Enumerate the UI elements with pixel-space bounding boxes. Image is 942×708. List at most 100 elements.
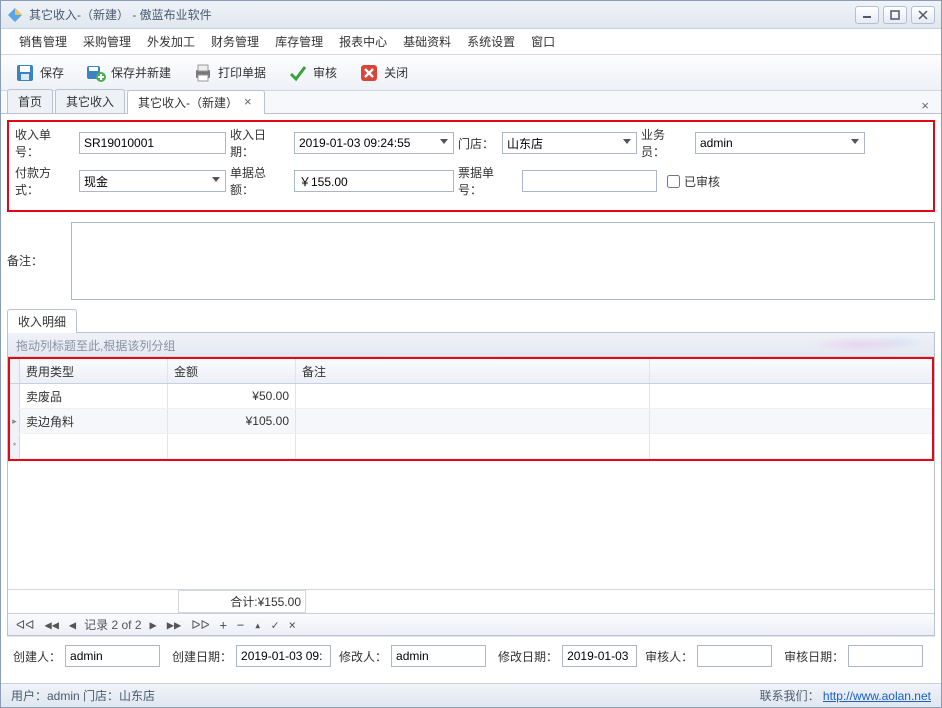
save-button[interactable]: 保存 [11, 60, 68, 86]
row-marker [10, 359, 20, 383]
col-remark[interactable]: 备注 [296, 359, 650, 383]
label-pay-method: 付款方式： [15, 164, 75, 198]
modify-date-input[interactable] [562, 645, 637, 667]
create-date-input[interactable] [236, 645, 331, 667]
grid-header-row: 费用类型 金额 备注 [10, 357, 932, 384]
label-auditor: 审核人： [645, 648, 693, 665]
menu-window[interactable]: 窗口 [525, 30, 561, 53]
grid-empty-area [8, 461, 934, 589]
label-bill-no: 票据单号： [458, 164, 518, 198]
nav-edit[interactable]: ▴ [252, 618, 263, 632]
tab-other-income[interactable]: 其它收入 [55, 89, 125, 113]
tab-home[interactable]: 首页 [7, 89, 53, 113]
bill-no-input[interactable] [522, 170, 657, 192]
tab-income-detail[interactable]: 收入明细 [7, 309, 77, 333]
grid-highlight: 费用类型 金额 备注 卖废品 ¥50.00 ▸ 卖边角料 ¥105.00 [8, 357, 934, 461]
menubar: 销售管理 采购管理 外发加工 财务管理 库存管理 报表中心 基础资料 系统设置 … [1, 29, 941, 55]
pay-method-select[interactable] [79, 170, 226, 192]
label-audit-date: 审核日期： [784, 648, 844, 665]
label-total: 单据总额： [230, 164, 290, 198]
print-icon [193, 63, 213, 83]
remark-textarea[interactable] [71, 222, 935, 300]
nav-next[interactable]: ▶ [148, 618, 159, 632]
menu-finance[interactable]: 财务管理 [205, 30, 265, 53]
menu-inventory[interactable]: 库存管理 [269, 30, 329, 53]
close-window-button[interactable] [911, 6, 935, 24]
col-amount[interactable]: 金额 [168, 359, 296, 383]
col-type[interactable]: 费用类型 [20, 359, 168, 383]
nav-remove[interactable]: − [235, 618, 246, 632]
sub-tabs: 收入明细 [7, 308, 935, 333]
creator-input[interactable] [65, 645, 160, 667]
document-tabs: 首页 其它收入 其它收入-（新建） × × [1, 91, 941, 114]
close-icon [359, 63, 379, 83]
detail-grid: 拖动列标题至此,根据该列分组 费用类型 金额 备注 卖废品 ¥50.00 ▸ 卖… [7, 333, 935, 636]
save-icon [15, 63, 35, 83]
main-content: 收入单号： 收入日期： 门店： 业务员： 付款方式： 单据总额： 票据单号： 已… [1, 114, 941, 683]
audit-date-input[interactable] [848, 645, 923, 667]
table-row[interactable]: 卖废品 ¥50.00 [10, 384, 932, 409]
menu-basedata[interactable]: 基础资料 [397, 30, 457, 53]
nav-record-label: 记录 2 of 2 [84, 616, 141, 633]
nav-next-page[interactable]: ▶▶ [165, 618, 183, 632]
group-by-hint[interactable]: 拖动列标题至此,根据该列分组 [8, 333, 934, 357]
menu-outsource[interactable]: 外发加工 [141, 30, 201, 53]
check-icon [288, 63, 308, 83]
app-window: 其它收入-（新建） - 傲蓝布业软件 销售管理 采购管理 外发加工 财务管理 库… [0, 0, 942, 708]
menu-sales[interactable]: 销售管理 [13, 30, 73, 53]
label-audited: 已审核 [684, 173, 720, 190]
label-receipt-date: 收入日期： [230, 126, 290, 160]
status-contact-label: 联系我们： [760, 689, 820, 703]
totals-bar: 合计:¥155.00 [8, 589, 934, 613]
table-row-new[interactable]: * [10, 434, 932, 459]
nav-cancel[interactable]: × [287, 618, 298, 632]
tab-close-icon[interactable]: × [244, 98, 254, 108]
app-icon [7, 7, 23, 23]
nav-first[interactable]: ᐊᐊ [14, 618, 36, 632]
maximize-button[interactable] [883, 6, 907, 24]
tab-other-income-new[interactable]: 其它收入-（新建） × [127, 90, 265, 114]
store-select[interactable] [502, 132, 637, 154]
menu-settings[interactable]: 系统设置 [461, 30, 521, 53]
totals-cell: 合计:¥155.00 [178, 590, 306, 613]
menu-purchase[interactable]: 采购管理 [77, 30, 137, 53]
audit-button[interactable]: 审核 [284, 60, 341, 86]
salesman-select[interactable] [695, 132, 865, 154]
toolbar: 保存 保存并新建 打印单据 审核 关闭 [1, 55, 941, 91]
receipt-no-input[interactable] [79, 132, 226, 154]
statusbar: 用户：admin 门店：山东店 联系我们： http://www.aolan.n… [1, 683, 941, 707]
menu-reports[interactable]: 报表中心 [333, 30, 393, 53]
close-button[interactable]: 关闭 [355, 60, 412, 86]
status-link[interactable]: http://www.aolan.net [823, 689, 931, 703]
label-store: 门店： [458, 135, 498, 152]
label-creator: 创建人： [13, 648, 61, 665]
label-salesman: 业务员： [641, 126, 691, 160]
modifier-input[interactable] [391, 645, 486, 667]
label-remark: 备注： [7, 222, 67, 269]
label-modify-date: 修改日期： [498, 648, 558, 665]
save-new-icon [86, 63, 106, 83]
close-all-tabs-icon[interactable]: × [921, 98, 935, 113]
window-title: 其它收入-（新建） - 傲蓝布业软件 [29, 6, 855, 23]
label-receipt-no: 收入单号： [15, 126, 75, 160]
nav-add[interactable]: + [218, 618, 229, 632]
label-modifier: 修改人： [339, 648, 387, 665]
save-and-new-button[interactable]: 保存并新建 [82, 60, 175, 86]
footer-form: 创建人： 创建日期： 修改人： 修改日期： 审核人： 审核日期： [7, 636, 935, 677]
label-create-date: 创建日期： [172, 648, 232, 665]
grid-navigator: ᐊᐊ ◀◀ ◀ 记录 2 of 2 ▶ ▶▶ ᐅᐅ + − ▴ ✓ × [8, 613, 934, 635]
nav-prev-page[interactable]: ◀◀ [42, 618, 60, 632]
titlebar: 其它收入-（新建） - 傲蓝布业软件 [1, 1, 941, 29]
header-form-highlight: 收入单号： 收入日期： 门店： 业务员： 付款方式： 单据总额： 票据单号： 已… [7, 120, 935, 212]
table-row[interactable]: ▸ 卖边角料 ¥105.00 [10, 409, 932, 434]
audited-checkbox[interactable] [667, 175, 680, 188]
total-input[interactable] [294, 170, 454, 192]
nav-last[interactable]: ᐅᐅ [189, 618, 211, 632]
nav-commit[interactable]: ✓ [269, 618, 280, 632]
receipt-date-input[interactable] [294, 132, 454, 154]
nav-prev[interactable]: ◀ [67, 618, 78, 632]
print-button[interactable]: 打印单据 [189, 60, 270, 86]
status-left: 用户：admin 门店：山东店 [11, 687, 155, 704]
minimize-button[interactable] [855, 6, 879, 24]
auditor-input[interactable] [697, 645, 772, 667]
